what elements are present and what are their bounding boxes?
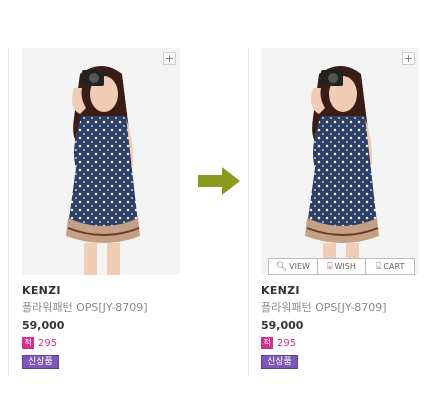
brand-name: KENZI	[261, 284, 300, 297]
wish-label: WISH	[334, 262, 356, 271]
product-image[interactable]: + 🔍︎ VIEW ⌸ WISH ⌸ CART	[261, 48, 419, 275]
product-card-hover[interactable]: + 🔍︎ VIEW ⌸ WISH ⌸ CART KENZI 플라워패턴 OPS[…	[261, 48, 419, 369]
brand-name: KENZI	[22, 284, 61, 297]
quick-action-bar: 🔍︎ VIEW ⌸ WISH ⌸ CART	[268, 258, 415, 275]
product-name[interactable]: 플라워패턴 OPS[JY-8709]	[22, 299, 180, 315]
product-card[interactable]: + KENZI 플라워패턴 OPS[JY-8709] 59,000 적 295 …	[22, 48, 180, 369]
cart-icon: ⌸	[376, 261, 382, 272]
cart-label: CART	[383, 262, 405, 271]
column-divider-middle	[248, 48, 249, 376]
cart-button[interactable]: ⌸ CART	[366, 259, 414, 274]
zoom-plus-icon[interactable]: +	[163, 52, 176, 65]
points-value: 295	[277, 337, 297, 349]
product-image[interactable]: +	[22, 48, 180, 275]
model-photo	[22, 48, 180, 275]
points-row: 적 295	[22, 337, 180, 349]
zoom-plus-icon[interactable]: +	[402, 52, 415, 65]
points-value: 295	[38, 337, 58, 349]
points-icon: 적	[261, 337, 273, 349]
wish-button[interactable]: ⌸ WISH	[318, 259, 367, 274]
cart-icon: ⌸	[327, 261, 333, 272]
view-button[interactable]: 🔍︎ VIEW	[269, 259, 318, 274]
right-arrow-icon	[198, 167, 240, 195]
product-price: 59,000	[22, 319, 65, 332]
product-price: 59,000	[261, 319, 304, 332]
model-photo	[261, 48, 419, 275]
new-product-badge: 신상품	[22, 355, 59, 369]
points-row: 적 295	[261, 337, 419, 349]
column-divider-left	[8, 48, 9, 376]
view-label: VIEW	[289, 262, 310, 271]
new-product-badge: 신상품	[261, 355, 298, 369]
product-name[interactable]: 플라워패턴 OPS[JY-8709]	[261, 299, 419, 315]
magnifier-icon: 🔍︎	[275, 261, 288, 272]
points-icon: 적	[22, 337, 34, 349]
